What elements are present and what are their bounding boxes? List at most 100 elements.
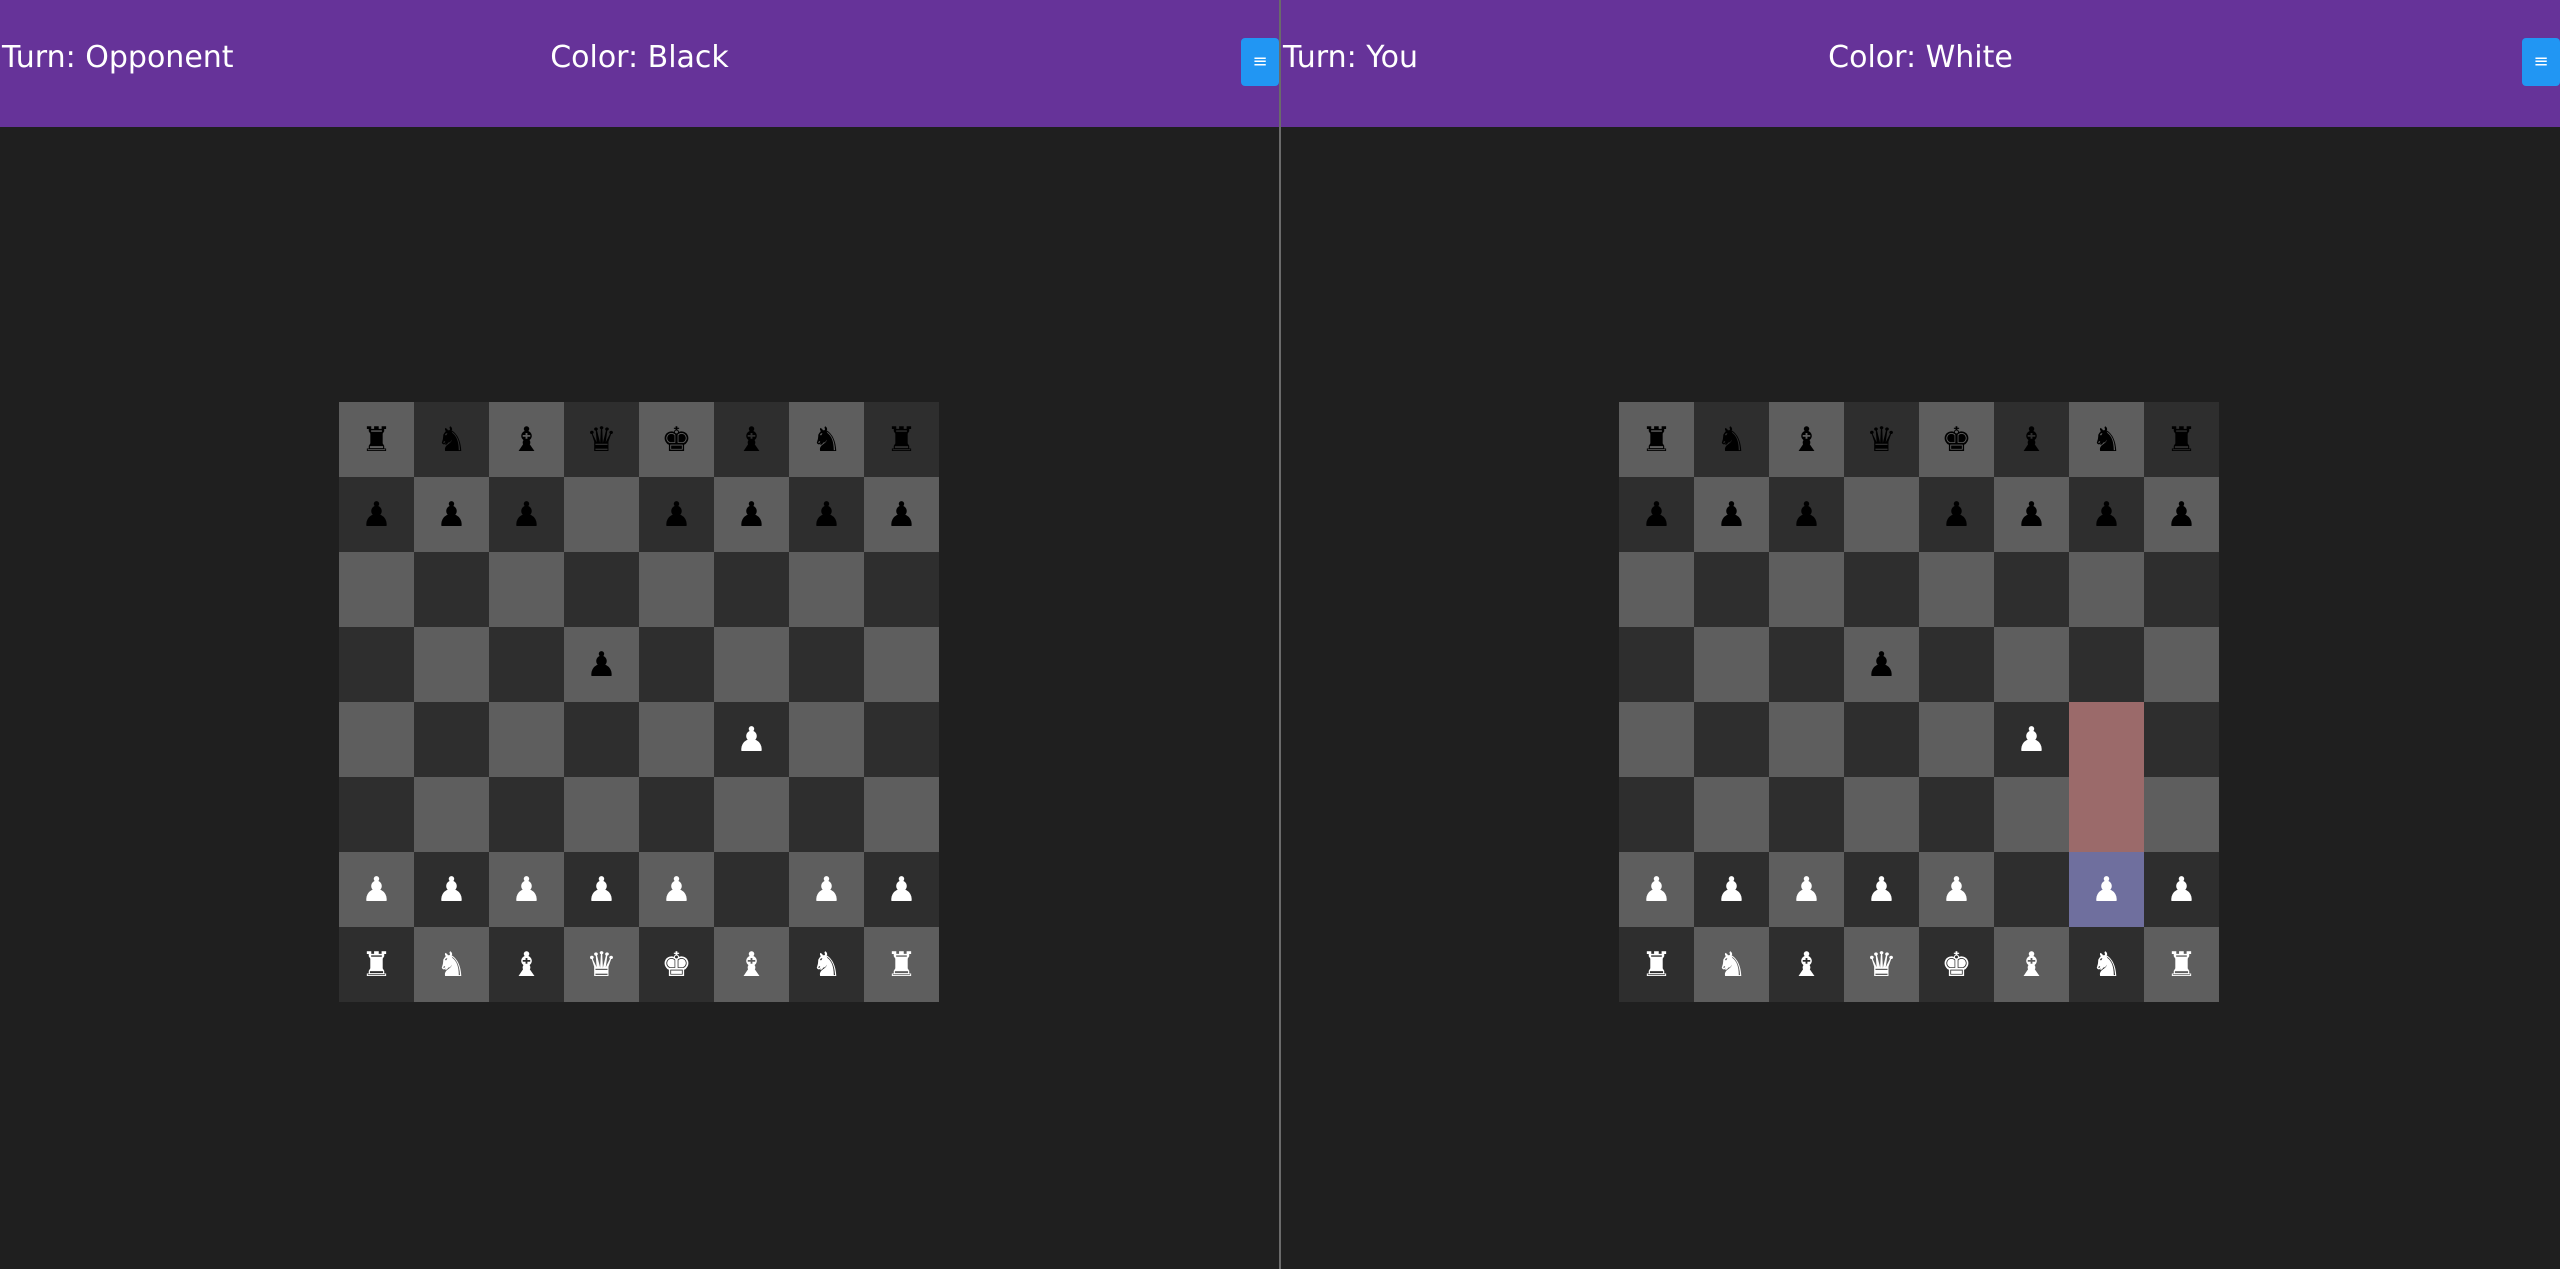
black-knight-icon[interactable]: ♞: [811, 423, 841, 457]
board-square[interactable]: ♝: [714, 927, 789, 1002]
board-square[interactable]: ♞: [789, 927, 864, 1002]
black-pawn-icon[interactable]: ♟: [511, 498, 541, 532]
board-square[interactable]: ♟: [1994, 477, 2069, 552]
board-square[interactable]: ♞: [2069, 927, 2144, 1002]
board-square[interactable]: [639, 702, 714, 777]
board-square[interactable]: [1694, 702, 1769, 777]
white-queen-icon[interactable]: ♛: [1866, 948, 1896, 982]
board-square[interactable]: ♝: [489, 927, 564, 1002]
white-bishop-icon[interactable]: ♝: [1791, 948, 1821, 982]
black-rook-icon[interactable]: ♜: [886, 423, 916, 457]
board-square[interactable]: [489, 777, 564, 852]
board-square[interactable]: ♛: [1844, 402, 1919, 477]
board-square[interactable]: ♟: [2144, 852, 2219, 927]
board-square[interactable]: [339, 627, 414, 702]
board-square[interactable]: ♞: [2069, 402, 2144, 477]
board-square[interactable]: ♜: [864, 927, 939, 1002]
board-square[interactable]: ♞: [789, 402, 864, 477]
board-square[interactable]: ♞: [414, 927, 489, 1002]
board-square[interactable]: [1919, 702, 1994, 777]
black-bishop-icon[interactable]: ♝: [1791, 423, 1821, 457]
board-square[interactable]: [1619, 777, 1694, 852]
black-queen-icon[interactable]: ♛: [586, 423, 616, 457]
board-square[interactable]: ♟: [714, 702, 789, 777]
board-square[interactable]: ♟: [2069, 477, 2144, 552]
board-square[interactable]: [1994, 777, 2069, 852]
board-square[interactable]: ♟: [1694, 852, 1769, 927]
black-pawn-icon[interactable]: ♟: [1791, 498, 1821, 532]
board-square[interactable]: ♟: [1769, 852, 1844, 927]
white-rook-icon[interactable]: ♜: [1641, 948, 1671, 982]
board-square[interactable]: [2144, 702, 2219, 777]
black-bishop-icon[interactable]: ♝: [736, 423, 766, 457]
black-queen-icon[interactable]: ♛: [1866, 423, 1896, 457]
board-square[interactable]: ♟: [639, 477, 714, 552]
board-square[interactable]: ♟: [789, 477, 864, 552]
board-square[interactable]: ♚: [1919, 927, 1994, 1002]
board-square[interactable]: ♚: [639, 402, 714, 477]
white-pawn-icon[interactable]: ♟: [361, 873, 391, 907]
board-square[interactable]: ♟: [1694, 477, 1769, 552]
board-square[interactable]: [714, 852, 789, 927]
board-square[interactable]: [2144, 552, 2219, 627]
board-square[interactable]: ♜: [1619, 927, 1694, 1002]
white-pawn-icon[interactable]: ♟: [511, 873, 541, 907]
board-square[interactable]: [714, 627, 789, 702]
black-pawn-icon[interactable]: ♟: [2016, 498, 2046, 532]
white-pawn-icon[interactable]: ♟: [2016, 723, 2046, 757]
board-square[interactable]: ♟: [1769, 477, 1844, 552]
white-rook-icon[interactable]: ♜: [361, 948, 391, 982]
board-square[interactable]: ♟: [1919, 477, 1994, 552]
board-square[interactable]: ♜: [2144, 927, 2219, 1002]
board-square[interactable]: [639, 627, 714, 702]
board-square[interactable]: ♟: [789, 852, 864, 927]
board-square[interactable]: [1844, 702, 1919, 777]
black-pawn-icon[interactable]: ♟: [586, 648, 616, 682]
board-square[interactable]: ♞: [1694, 402, 1769, 477]
board-square[interactable]: [2144, 777, 2219, 852]
black-bishop-icon[interactable]: ♝: [2016, 423, 2046, 457]
white-knight-icon[interactable]: ♞: [811, 948, 841, 982]
board-square[interactable]: [339, 552, 414, 627]
black-bishop-icon[interactable]: ♝: [511, 423, 541, 457]
board-square[interactable]: [1994, 627, 2069, 702]
white-queen-icon[interactable]: ♛: [586, 948, 616, 982]
board-square[interactable]: [564, 702, 639, 777]
board-square[interactable]: [864, 777, 939, 852]
black-pawn-icon[interactable]: ♟: [1716, 498, 1746, 532]
white-pawn-icon[interactable]: ♟: [661, 873, 691, 907]
board-square[interactable]: [1769, 777, 1844, 852]
board-square[interactable]: ♝: [1994, 927, 2069, 1002]
board-square[interactable]: [2069, 627, 2144, 702]
white-bishop-icon[interactable]: ♝: [511, 948, 541, 982]
board-square[interactable]: ♟: [2069, 852, 2144, 927]
board-square[interactable]: ♜: [1619, 402, 1694, 477]
white-pawn-icon[interactable]: ♟: [1941, 873, 1971, 907]
board-square[interactable]: [1694, 777, 1769, 852]
board-square[interactable]: ♟: [1994, 702, 2069, 777]
black-pawn-icon[interactable]: ♟: [361, 498, 391, 532]
white-pawn-icon[interactable]: ♟: [2166, 873, 2196, 907]
board-square[interactable]: [1919, 552, 1994, 627]
board-square[interactable]: [2069, 552, 2144, 627]
board-square[interactable]: ♜: [864, 402, 939, 477]
board-square[interactable]: ♟: [1844, 852, 1919, 927]
black-pawn-icon[interactable]: ♟: [886, 498, 916, 532]
board-square[interactable]: [1769, 702, 1844, 777]
black-pawn-icon[interactable]: ♟: [1641, 498, 1671, 532]
board-square[interactable]: [489, 627, 564, 702]
board-square[interactable]: ♚: [639, 927, 714, 1002]
board-square[interactable]: [489, 702, 564, 777]
board-square[interactable]: ♟: [1619, 477, 1694, 552]
board-square[interactable]: [864, 552, 939, 627]
board-square[interactable]: ♟: [714, 477, 789, 552]
board-square[interactable]: ♝: [1769, 402, 1844, 477]
board-square[interactable]: [489, 552, 564, 627]
board-square[interactable]: ♚: [1919, 402, 1994, 477]
menu-button[interactable]: ≡: [1241, 38, 1279, 86]
black-king-icon[interactable]: ♚: [1941, 423, 1971, 457]
black-rook-icon[interactable]: ♜: [2166, 423, 2196, 457]
board-square[interactable]: ♟: [414, 477, 489, 552]
board-square[interactable]: [1769, 552, 1844, 627]
board-square[interactable]: [2069, 777, 2144, 852]
